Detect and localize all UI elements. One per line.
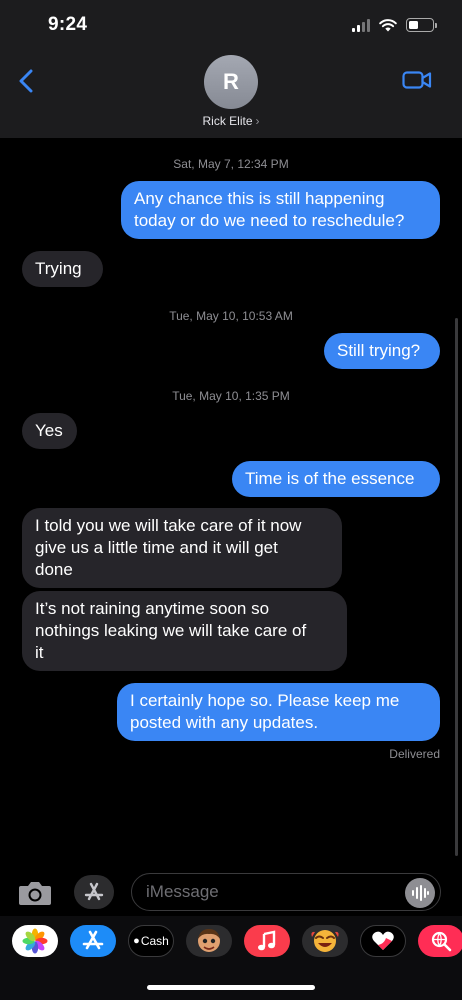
message-line: give us a little time and it will get	[35, 538, 278, 557]
status-icons	[352, 17, 437, 33]
message-line: It’s not raining anytime soon so	[35, 599, 270, 618]
camera-icon	[19, 882, 51, 905]
waveform-icon	[412, 885, 429, 901]
music-note-icon	[258, 930, 276, 951]
images-search-app-button[interactable]	[418, 925, 462, 957]
home-indicator[interactable]	[147, 985, 315, 990]
facetime-video-button[interactable]	[402, 70, 432, 90]
contact-chevron-icon: ›	[255, 114, 260, 128]
music-app-button[interactable]	[244, 925, 290, 957]
camera-button[interactable]	[18, 880, 52, 906]
incoming-message-bubble[interactable]: I told you we will take care of it now g…	[22, 508, 342, 588]
globe-search-icon	[431, 931, 452, 952]
chevron-left-icon	[19, 69, 33, 93]
message-line: Still trying?	[337, 341, 421, 360]
scroll-indicator[interactable]	[455, 318, 458, 856]
digital-touch-heart-icon	[372, 931, 394, 950]
message-line: it	[35, 643, 44, 662]
audio-message-button[interactable]	[405, 878, 435, 908]
outgoing-message-bubble[interactable]: Still trying?	[324, 333, 440, 369]
apps-button[interactable]	[74, 875, 114, 909]
message-line: Any chance this is still happening	[134, 189, 385, 208]
photos-icon	[22, 928, 48, 954]
conversation-header: 9:24 R Rick Elite ›	[0, 0, 462, 138]
digital-touch-app-button[interactable]	[360, 925, 406, 957]
imessage-input[interactable]	[131, 873, 441, 911]
animoji-app-button[interactable]	[302, 925, 348, 957]
outgoing-message-bubble[interactable]: I certainly hope so. Please keep me post…	[117, 683, 440, 741]
outgoing-message-bubble[interactable]: Any chance this is still happening today…	[121, 181, 440, 239]
photos-app-button[interactable]	[12, 925, 58, 957]
contact-name[interactable]: Rick Elite ›	[0, 114, 462, 128]
message-line: I certainly hope so. Please keep me	[130, 691, 400, 710]
timestamp: Sat, May 7, 12:34 PM	[173, 157, 289, 171]
apple-cash-app-button[interactable]: ● Cash	[128, 925, 174, 957]
timestamp: Tue, May 10, 10:53 AM	[169, 309, 293, 323]
back-button[interactable]	[14, 66, 38, 96]
message-line: nothings leaking we will take care of	[35, 621, 307, 640]
message-input-bar	[0, 868, 462, 916]
outgoing-message-bubble[interactable]: Time is of the essence	[232, 461, 440, 497]
video-camera-icon	[402, 71, 432, 89]
contact-name-label: Rick Elite	[202, 114, 253, 128]
message-line: Trying	[35, 259, 82, 278]
battery-icon	[406, 18, 437, 32]
memoji-app-button[interactable]	[186, 925, 232, 957]
app-store-icon	[84, 882, 104, 901]
app-store-app-button[interactable]	[70, 925, 116, 957]
message-line: done	[35, 560, 73, 579]
wifi-icon	[379, 19, 397, 32]
contact-avatar[interactable]: R	[204, 55, 258, 109]
incoming-message-bubble[interactable]: It’s not raining anytime soon so nothing…	[22, 591, 347, 671]
cellular-signal-icon	[352, 18, 370, 32]
message-line: Yes	[35, 421, 63, 440]
message-line: today or do we need to reschedule?	[134, 211, 405, 230]
avatar-initial: R	[223, 69, 239, 94]
memoji-icon	[198, 929, 220, 952]
message-line: posted with any updates.	[130, 713, 319, 732]
animoji-icon	[311, 930, 339, 952]
message-line: I told you we will take care of it now	[35, 516, 302, 535]
incoming-message-bubble[interactable]: Trying	[22, 251, 103, 287]
message-line: Time is of the essence	[245, 469, 415, 488]
delivery-status: Delivered	[389, 747, 440, 761]
app-store-icon	[82, 930, 104, 950]
apple-logo-icon: ●	[133, 935, 140, 947]
timestamp: Tue, May 10, 1:35 PM	[172, 389, 290, 403]
status-time: 9:24	[48, 14, 88, 35]
incoming-message-bubble[interactable]: Yes	[22, 413, 77, 449]
cash-label: Cash	[140, 934, 169, 948]
